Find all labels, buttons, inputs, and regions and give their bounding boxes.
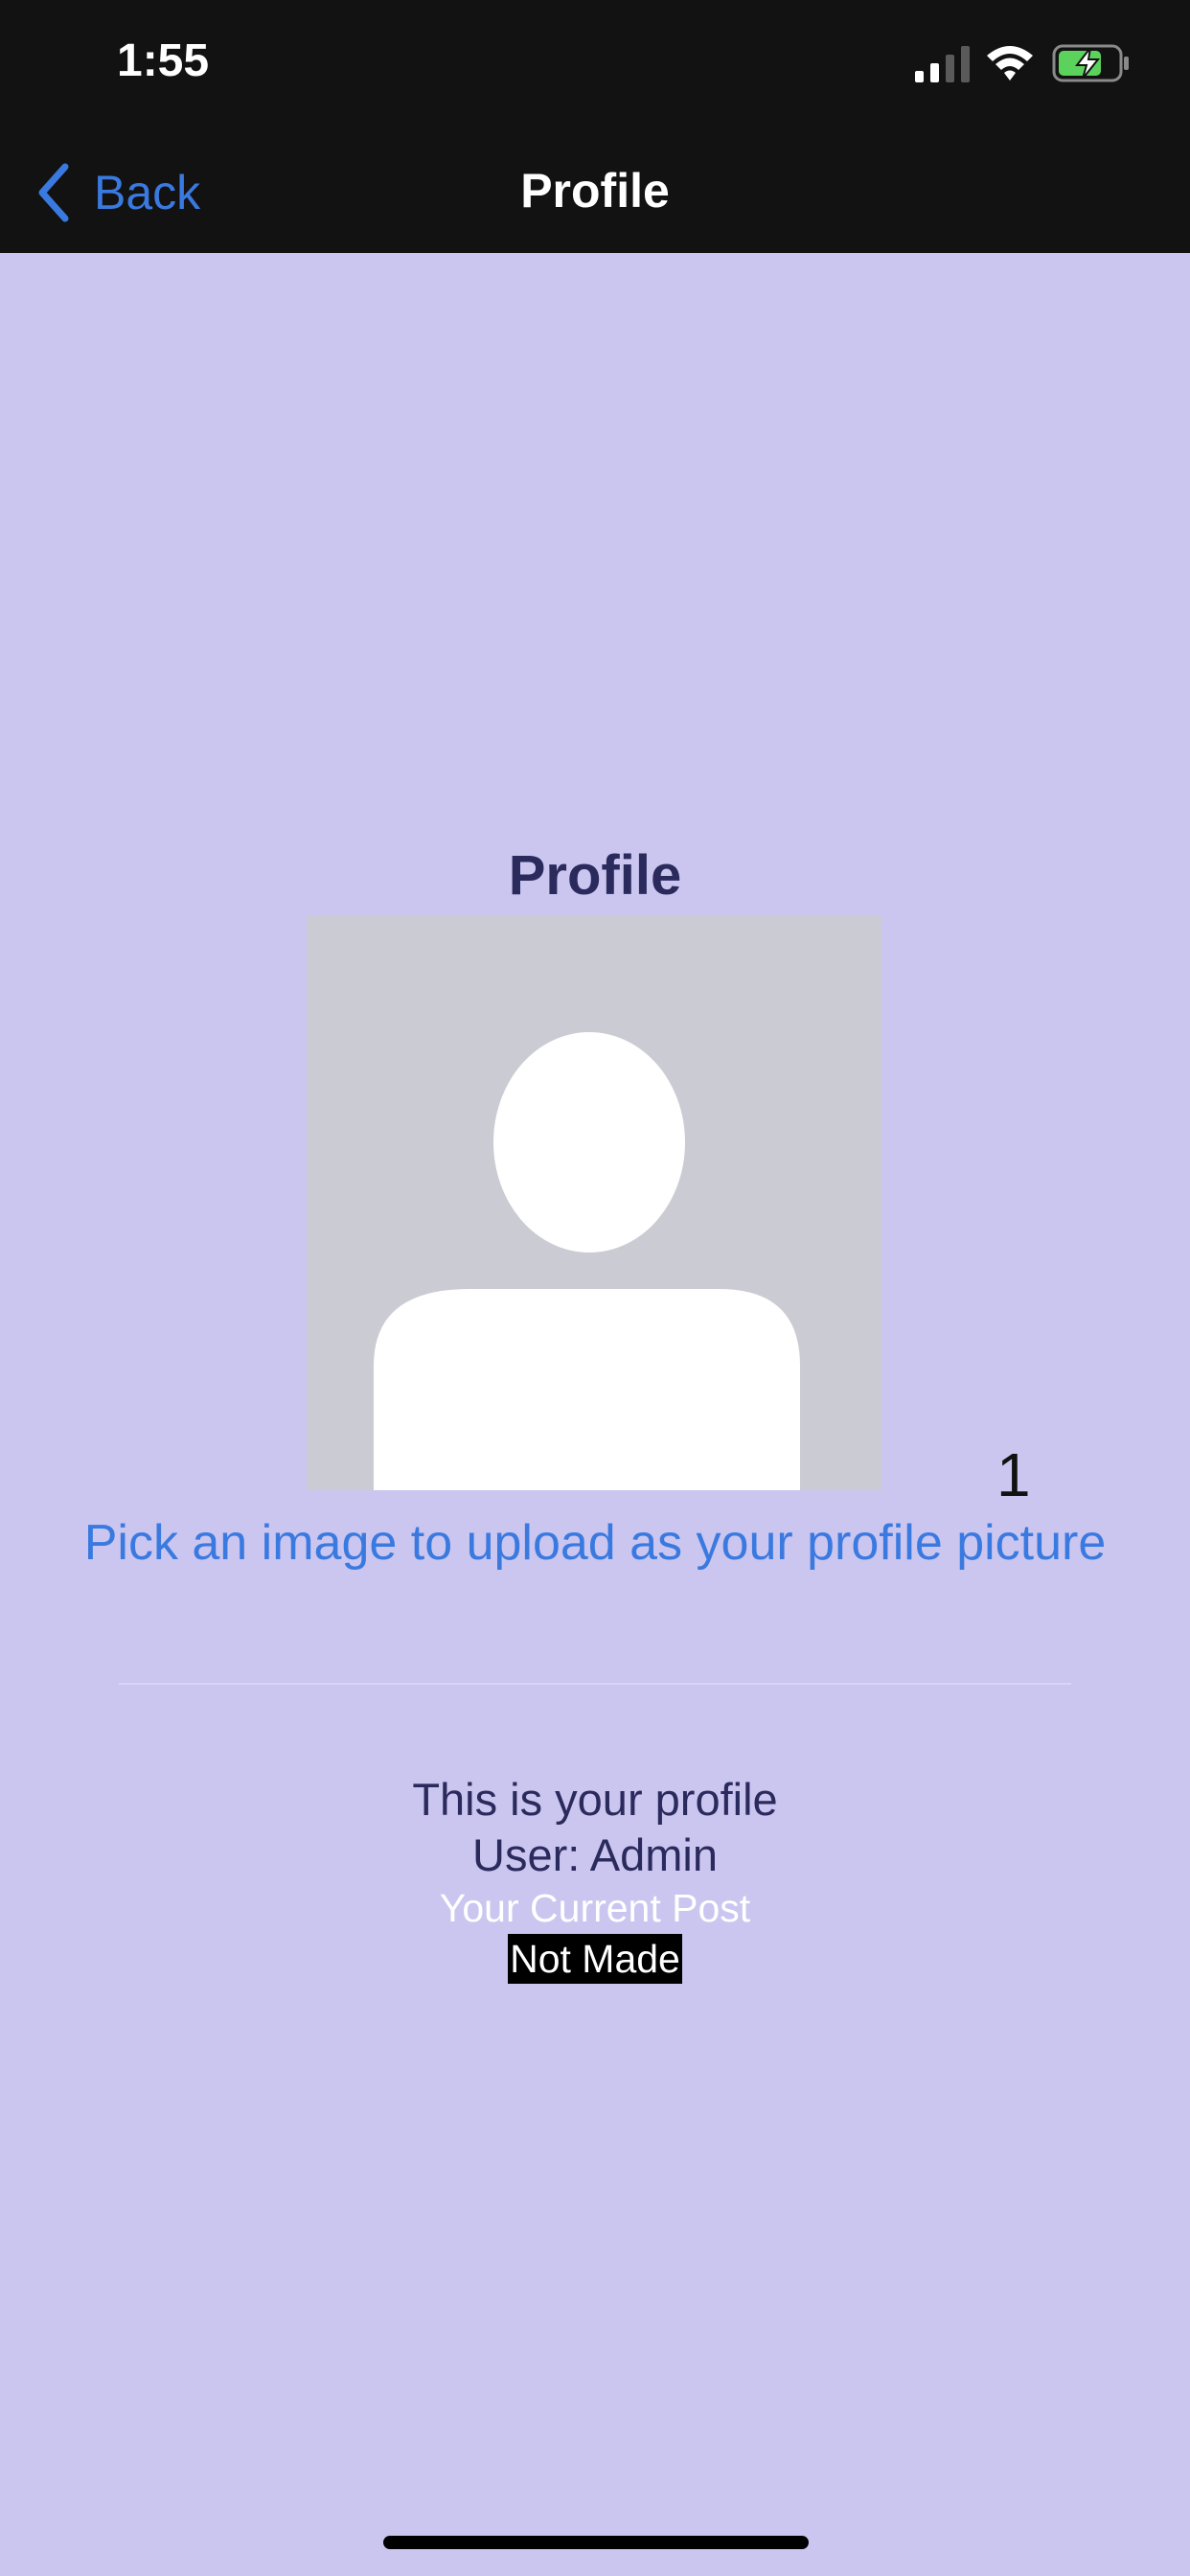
- image-counter: 1: [996, 1440, 1031, 1509]
- current-post-value: Not Made: [508, 1934, 682, 1984]
- current-post-label: Your Current Post: [439, 1886, 751, 1930]
- page-title: Profile: [508, 844, 682, 907]
- nav-title: Profile: [520, 164, 670, 218]
- battery-charging-icon: [1052, 44, 1129, 82]
- profile-text: This is your profile: [412, 1774, 778, 1825]
- wifi-icon: [987, 46, 1033, 80]
- navigation-bar: Back Profile: [0, 134, 1190, 253]
- status-bar: 1:55: [0, 0, 1190, 134]
- divider: [119, 1683, 1071, 1685]
- current-post-container: Not Made: [0, 1934, 1190, 1984]
- status-time: 1:55: [117, 35, 210, 86]
- user-text: User: Admin: [472, 1829, 718, 1880]
- default-user-avatar-icon: [307, 915, 881, 1490]
- home-indicator: [383, 2536, 809, 2549]
- profile-picture[interactable]: [307, 915, 881, 1490]
- pick-image-button[interactable]: Pick an image to upload as your profile …: [0, 1514, 1190, 1572]
- signal-icon: [915, 46, 970, 82]
